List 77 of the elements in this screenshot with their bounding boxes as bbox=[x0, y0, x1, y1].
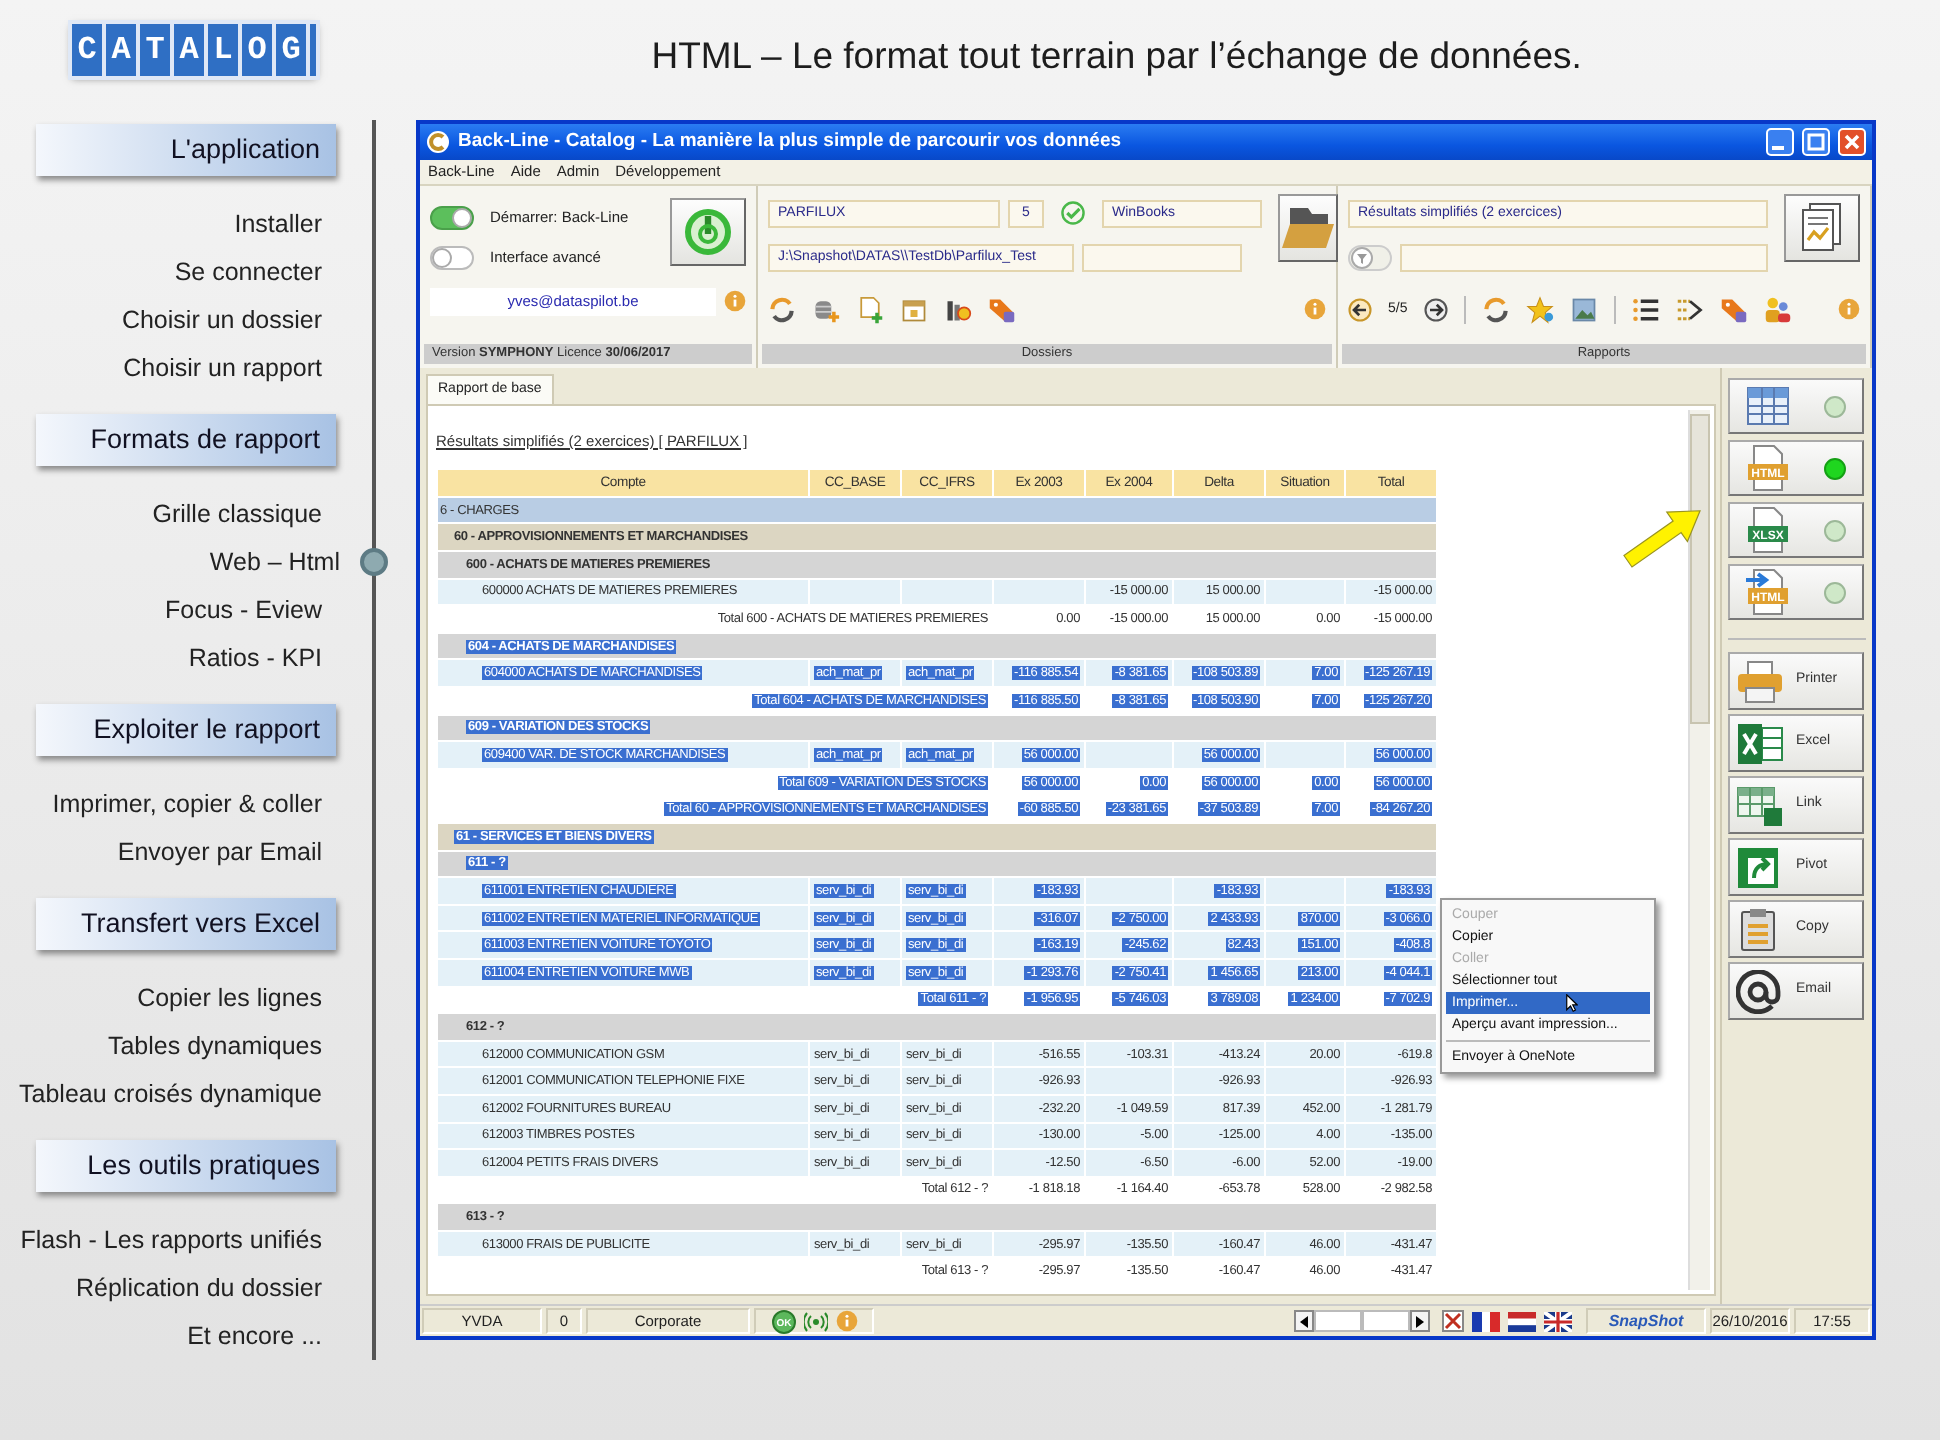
calendar-icon[interactable] bbox=[900, 295, 928, 324]
pivot-icon bbox=[1736, 845, 1784, 889]
close-button[interactable] bbox=[1838, 127, 1866, 156]
check-icon bbox=[1060, 200, 1086, 227]
report-icon bbox=[1800, 201, 1844, 254]
report-button[interactable] bbox=[1784, 193, 1860, 262]
filter-toggle[interactable] bbox=[1348, 243, 1392, 272]
toggle-switch[interactable] bbox=[430, 205, 474, 230]
sidebar-item[interactable]: Se connecter bbox=[0, 248, 372, 296]
image-icon[interactable] bbox=[1569, 295, 1598, 324]
sidebar-item[interactable]: Ratios - KPI bbox=[0, 634, 372, 682]
sidebar-item[interactable]: Choisir un dossier bbox=[0, 296, 372, 344]
sidebar-item[interactable]: Choisir un rapport bbox=[0, 344, 372, 392]
document-add-icon[interactable] bbox=[856, 295, 884, 324]
bottles-icon[interactable] bbox=[944, 295, 972, 324]
refresh-icon[interactable] bbox=[768, 295, 796, 324]
printer-icon bbox=[1736, 659, 1784, 703]
mouse-cursor-icon bbox=[1566, 994, 1578, 1012]
sidebar-item[interactable]: Installer bbox=[0, 200, 372, 248]
sidebar-item[interactable]: Tableau croisés dynamique bbox=[0, 1070, 372, 1118]
british-flag-icon[interactable] bbox=[1544, 1311, 1572, 1331]
section-header[interactable]: Exploiter le rapport bbox=[36, 704, 336, 756]
dutch-flag-icon[interactable] bbox=[1508, 1311, 1536, 1331]
info-icon bbox=[724, 290, 746, 313]
scroll-left-button[interactable] bbox=[1294, 1310, 1314, 1332]
export-button[interactable] bbox=[1728, 378, 1864, 434]
signal-icon bbox=[803, 1309, 827, 1333]
section-header[interactable]: Formats de rapport bbox=[36, 414, 336, 466]
sidebar-item[interactable]: Focus - Eview bbox=[0, 586, 372, 634]
maximize-button[interactable] bbox=[1802, 127, 1830, 156]
info-icon bbox=[835, 1310, 857, 1332]
tag-icon[interactable] bbox=[988, 295, 1016, 324]
right-arrow-icon bbox=[1416, 1315, 1424, 1327]
sidebar-item[interactable]: Réplication du dossier bbox=[0, 1264, 372, 1312]
sidebar-item[interactable]: Copier les lignes bbox=[0, 974, 372, 1022]
sidebar-item[interactable]: Flash - Les rapports unifiés bbox=[0, 1216, 372, 1264]
database-add-icon[interactable] bbox=[812, 295, 840, 324]
sidebar-item[interactable]: Envoyer par Email bbox=[0, 828, 372, 876]
list-icon[interactable] bbox=[1631, 295, 1660, 324]
star-icon[interactable] bbox=[1525, 295, 1554, 324]
spreadsheet-icon bbox=[1736, 721, 1784, 765]
power-icon bbox=[684, 207, 732, 256]
open-folder-button[interactable] bbox=[1278, 193, 1338, 262]
minimize-button[interactable] bbox=[1766, 127, 1794, 156]
tag-icon[interactable] bbox=[1719, 295, 1748, 324]
next-icon[interactable] bbox=[1423, 297, 1448, 322]
sidebar-item[interactable]: Grille classique bbox=[0, 490, 372, 538]
page-title: HTML – Le format tout terrain par l’échange de données. bbox=[651, 32, 1582, 80]
sidebar-item[interactable]: Et encore ... bbox=[0, 1312, 372, 1360]
linked-sheet-icon bbox=[1736, 783, 1784, 827]
table-icon bbox=[1746, 386, 1791, 426]
previous-icon[interactable] bbox=[1348, 297, 1372, 322]
brand-label: SnapShot bbox=[1586, 1308, 1706, 1334]
power-button[interactable] bbox=[670, 197, 746, 266]
section-header[interactable]: L'application bbox=[36, 124, 336, 176]
input-field[interactable] bbox=[1082, 243, 1242, 272]
window-title: Back-Line - Catalog - La manière la plus simple de parcourir vos données bbox=[458, 127, 1124, 156]
sidebar-item[interactable]: Imprimer, copier & coller bbox=[0, 780, 372, 828]
page-field[interactable] bbox=[1314, 1310, 1362, 1332]
scrollbar[interactable] bbox=[1688, 410, 1710, 1290]
arrow-list-icon[interactable] bbox=[1675, 295, 1704, 324]
left-arrow-icon bbox=[1300, 1315, 1308, 1327]
sheet-icon[interactable] bbox=[1442, 1310, 1464, 1332]
french-flag-icon[interactable] bbox=[1472, 1311, 1500, 1331]
sidebar-item[interactable]: Tables dynamiques bbox=[0, 1022, 372, 1070]
folder-icon bbox=[1280, 203, 1336, 252]
toggle-switch[interactable] bbox=[430, 245, 474, 270]
sidebar-item[interactable]: Web – Html bbox=[0, 538, 390, 586]
section-header[interactable]: Transfert vers Excel bbox=[36, 898, 336, 950]
refresh-icon[interactable] bbox=[1481, 295, 1510, 324]
page-field[interactable] bbox=[1362, 1310, 1410, 1332]
scroll-right-button[interactable] bbox=[1410, 1310, 1430, 1332]
people-icon[interactable] bbox=[1763, 295, 1792, 324]
filter-field[interactable] bbox=[1400, 243, 1768, 272]
section-header[interactable]: Les outils pratiques bbox=[36, 1140, 336, 1192]
app-icon bbox=[426, 129, 450, 154]
at-sign-icon bbox=[1736, 969, 1784, 1013]
